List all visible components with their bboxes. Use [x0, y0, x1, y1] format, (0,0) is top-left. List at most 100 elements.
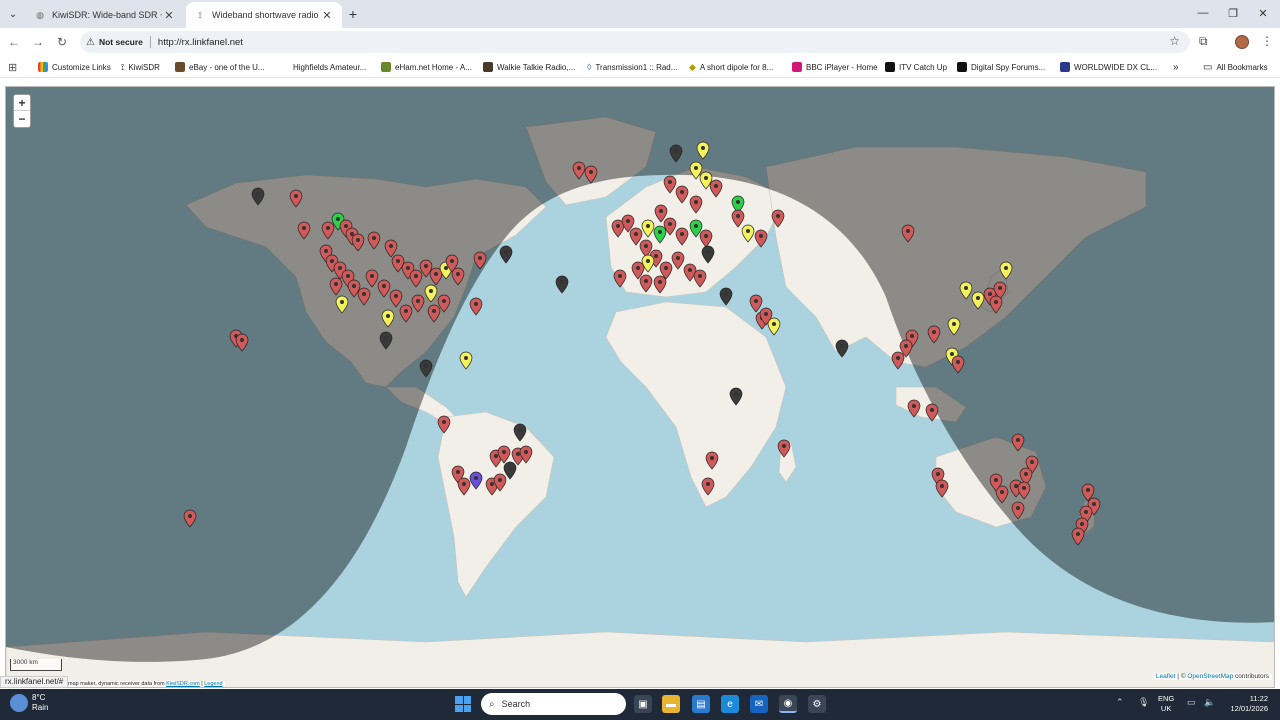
- marker-dot: [474, 476, 478, 480]
- temperature: 8°C: [32, 693, 46, 702]
- store-icon[interactable]: ▤: [692, 695, 710, 713]
- bookmark-star-icon[interactable]: ☆: [1169, 34, 1180, 48]
- osm-link[interactable]: OpenStreetMap: [1187, 673, 1233, 680]
- taskbar-search[interactable]: ⌕ Search: [481, 693, 626, 715]
- marker-dot: [352, 284, 356, 288]
- leaflet-link[interactable]: Leaflet: [1156, 673, 1176, 680]
- marker-dot: [904, 344, 908, 348]
- marker-dot: [701, 146, 705, 150]
- bookmark-itv[interactable]: ITV Catch Up: [885, 60, 947, 74]
- bookmark-walkie-talkie[interactable]: Walkie Talkie Radio,...: [483, 60, 575, 74]
- restore-button[interactable]: ❐: [1218, 4, 1248, 22]
- marker-dot: [910, 334, 914, 338]
- close-icon[interactable]: ✕: [320, 9, 334, 22]
- file-explorer-icon[interactable]: ▬: [662, 695, 680, 713]
- url-text[interactable]: http://rx.linkfanel.net: [158, 37, 243, 48]
- bookmark-short-dipole[interactable]: ◆ A short dipole for 8...: [689, 60, 773, 74]
- profile-avatar[interactable]: [1235, 35, 1249, 49]
- legend-link[interactable]: Legend: [204, 681, 222, 687]
- marker-dot: [589, 170, 593, 174]
- marker-dot: [704, 234, 708, 238]
- menu-icon[interactable]: ⋮: [1261, 34, 1273, 48]
- all-bookmarks[interactable]: ▭ All Bookmarks: [1203, 60, 1268, 74]
- bookmark-worldwide-dx[interactable]: WORLDWIDE DX CL...: [1060, 60, 1157, 74]
- tab-strip: ⌄ ◍ KiwiSDR: Wide-band SDR + GP ✕ ⟟ Wide…: [0, 0, 1280, 28]
- folder-icon: [483, 62, 493, 72]
- minimize-button[interactable]: —: [1188, 4, 1218, 22]
- map-canvas[interactable]: [6, 87, 1275, 688]
- marker-dot: [736, 200, 740, 204]
- new-tab-button[interactable]: +: [346, 5, 360, 23]
- marker-dot: [759, 234, 763, 238]
- bookmark-ebay[interactable]: eBay - one of the U...: [175, 60, 265, 74]
- app-icon[interactable]: ⚙: [808, 695, 826, 713]
- more-bookmarks-button[interactable]: »: [1173, 60, 1179, 74]
- security-label[interactable]: Not secure: [99, 37, 143, 47]
- tab-kiwisdr[interactable]: ◍ KiwiSDR: Wide-band SDR + GP ✕: [26, 2, 184, 28]
- tray-chevron-icon[interactable]: ⌃: [1116, 697, 1124, 708]
- bookmark-customize-links[interactable]: Customize Links: [38, 60, 111, 74]
- rain-cloud-icon: [10, 694, 28, 712]
- weather-widget[interactable]: 8°C Rain: [10, 693, 48, 713]
- back-button[interactable]: ←: [6, 34, 22, 50]
- globe-icon: ◍: [36, 9, 44, 20]
- browser-toolbar: ← → ↻ ⚠ Not secure http://rx.linkfanel.n…: [0, 28, 1280, 56]
- start-button[interactable]: [455, 696, 471, 712]
- marker-dot: [714, 184, 718, 188]
- marker-dot: [706, 482, 710, 486]
- marker-dot: [654, 254, 658, 258]
- forward-button[interactable]: →: [30, 34, 46, 50]
- tab-wideband[interactable]: ⟟ Wideband shortwave radio rece ✕: [186, 2, 342, 28]
- address-bar[interactable]: ⚠ Not secure http://rx.linkfanel.net ☆: [80, 31, 1190, 53]
- outlook-icon[interactable]: ✉: [750, 695, 768, 713]
- tab-search-button[interactable]: ⌄: [4, 5, 22, 23]
- bookmark-transmission1[interactable]: ◊ Transmission1 :: Rad...: [587, 60, 677, 74]
- marker-dot: [704, 176, 708, 180]
- search-icon: ⌕: [489, 698, 495, 710]
- marker-dot: [840, 344, 844, 348]
- pin-icon: ◊: [587, 62, 592, 72]
- marker-dot: [736, 214, 740, 218]
- marker-dot: [710, 456, 714, 460]
- marker-dot: [952, 322, 956, 326]
- marker-dot: [577, 166, 581, 170]
- marker-dot: [350, 232, 354, 236]
- marker-dot: [680, 232, 684, 236]
- edge-icon[interactable]: e: [721, 695, 739, 713]
- volume-icon[interactable]: 🔈: [1204, 697, 1215, 708]
- close-icon[interactable]: ✕: [162, 9, 176, 22]
- marker-dot: [782, 444, 786, 448]
- date: 12/01/2026: [1230, 704, 1268, 713]
- microphone-icon[interactable]: 🎙: [1138, 697, 1149, 708]
- marker-dot: [518, 428, 522, 432]
- bookmark-eham[interactable]: eHam.net Home - A...: [381, 60, 472, 74]
- extensions-icon[interactable]: ⧉: [1199, 34, 1208, 49]
- window-close-button[interactable]: ✕: [1248, 4, 1278, 22]
- network-icon[interactable]: ▭: [1187, 697, 1196, 708]
- marker-dot: [1024, 472, 1028, 476]
- bookmark-kiwisdr[interactable]: ⟟ KiwiSDR: [121, 60, 160, 74]
- bookmark-label: All Bookmarks: [1216, 62, 1268, 72]
- bookmark-label: A short dipole for 8...: [699, 62, 774, 72]
- kiwisdr-link[interactable]: KiwiSDR.com: [166, 681, 200, 687]
- marker-dot: [240, 338, 244, 342]
- bookmark-digital-spy[interactable]: Digital Spy Forums...: [957, 60, 1045, 74]
- reload-button[interactable]: ↻: [54, 34, 70, 50]
- clock[interactable]: 11:22 12/01/2026: [1222, 694, 1268, 714]
- world-map[interactable]: + − 3000 km Leaflet | © OpenStreetMap co…: [5, 86, 1275, 688]
- chrome-icon[interactable]: ◉: [779, 695, 797, 713]
- bookmark-label: KiwiSDR: [128, 62, 160, 72]
- bookmark-highfields[interactable]: Highfields Amateur...: [293, 60, 366, 74]
- attribution-contributors: contributors: [1235, 673, 1269, 680]
- iplayer-icon: [792, 62, 802, 72]
- marker-dot: [644, 244, 648, 248]
- task-view-icon[interactable]: ▣: [634, 695, 652, 713]
- zoom-in-button[interactable]: +: [14, 95, 30, 111]
- bookmark-label: eHam.net Home - A...: [395, 62, 472, 72]
- language-indicator[interactable]: ENG UK: [1158, 694, 1174, 714]
- bookmark-bbc-iplayer[interactable]: BBC iPlayer - Home: [792, 60, 878, 74]
- marker-dot: [1084, 510, 1088, 514]
- marker-dot: [634, 232, 638, 236]
- zoom-out-button[interactable]: −: [14, 111, 30, 127]
- apps-icon[interactable]: ⊞: [8, 60, 17, 74]
